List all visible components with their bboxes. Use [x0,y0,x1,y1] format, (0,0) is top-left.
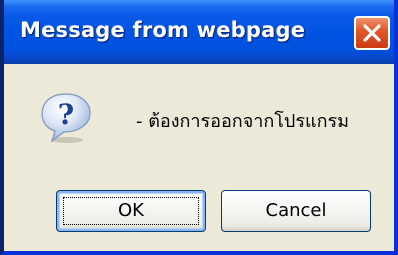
question-icon: ? [41,93,91,143]
cancel-button[interactable]: Cancel [221,190,371,232]
svg-text:?: ? [58,98,74,131]
cancel-button-label: Cancel [265,200,327,221]
ok-button-label: OK [118,200,144,221]
close-button[interactable] [354,16,390,50]
dialog-content: ? - ต้องการออกจากโปรแกรม OK Cancel [4,64,394,251]
message-dialog: Message from webpage ? - ต้องการออกจากโป… [0,0,398,255]
dialog-message: - ต้องการออกจากโปรแกรม [136,111,350,132]
close-icon [363,24,381,42]
title-bar[interactable]: Message from webpage [4,0,394,64]
ok-button[interactable]: OK [56,190,206,232]
dialog-title: Message from webpage [20,18,306,42]
